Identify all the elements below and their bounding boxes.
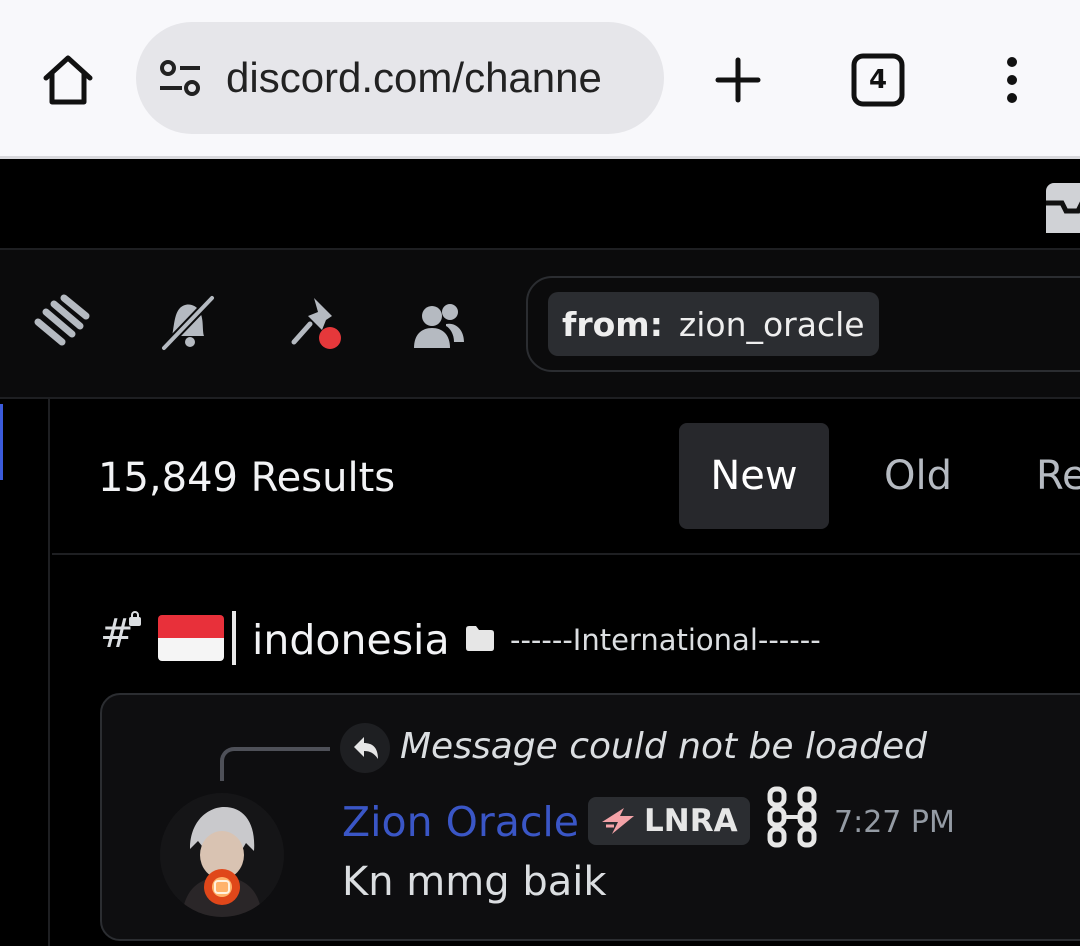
sort-old-tab[interactable]: Old — [882, 423, 954, 529]
inbox-icon[interactable] — [1042, 173, 1080, 241]
avatar[interactable] — [160, 793, 284, 917]
guild-tag-text: LNRA — [644, 803, 738, 839]
channel-name: indonesia — [252, 616, 450, 664]
tab-count: 4 — [868, 65, 888, 95]
sort-relevant-tab[interactable]: Re — [1036, 423, 1080, 529]
results-count: 15,849 Results — [98, 455, 396, 501]
browser-toolbar: discord.com/channe 4 — [0, 0, 1080, 158]
chain-icon — [766, 785, 822, 849]
members-icon[interactable] — [408, 292, 470, 354]
filter-value: zion_oracle — [678, 304, 865, 344]
locked-channel-icon: # — [100, 611, 146, 667]
home-icon[interactable] — [36, 48, 100, 112]
search-filter-chip[interactable]: from: zion_oracle — [548, 292, 879, 356]
reply-preview-text: Message could not be loaded — [400, 726, 927, 767]
site-settings-icon[interactable] — [156, 54, 204, 102]
guild-tag-badge[interactable]: LNRA — [588, 797, 750, 845]
channel-toolbar: from: zion_oracle — [0, 250, 1080, 398]
author-name[interactable]: Zion Oracle — [342, 797, 579, 847]
message-content: Kn mmg baik — [342, 859, 607, 905]
mute-bell-icon[interactable] — [156, 292, 218, 354]
channel-category: ------International------ — [510, 623, 821, 657]
tab-switcher-icon[interactable]: 4 — [848, 50, 908, 110]
lightning-icon — [602, 808, 634, 834]
more-menu-icon[interactable] — [992, 48, 1032, 112]
selection-indicator — [0, 404, 3, 480]
pin-icon[interactable] — [286, 292, 348, 354]
sort-new-tab[interactable]: New — [679, 423, 829, 529]
reply-arrow-icon — [340, 723, 390, 773]
result-channel-header[interactable]: # indonesia ------International------ — [100, 611, 1080, 667]
app-topbar — [0, 159, 1080, 249]
address-bar[interactable]: discord.com/channe — [136, 22, 664, 134]
search-result-message[interactable]: Message could not be loaded Zion Oracle … — [100, 693, 1080, 941]
reply-connector — [220, 747, 330, 781]
search-results-panel: 15,849 Results New Old Re # indonesia --… — [52, 399, 1080, 946]
channel-list-edge — [0, 399, 50, 946]
folder-icon — [464, 623, 496, 653]
indonesia-flag-icon — [158, 615, 224, 661]
separator-bar — [232, 611, 236, 665]
results-divider — [52, 553, 1080, 555]
search-input[interactable]: from: zion_oracle — [526, 276, 1080, 372]
new-tab-icon[interactable] — [706, 48, 770, 112]
threads-icon[interactable] — [30, 292, 92, 354]
url-text[interactable]: discord.com/channe — [226, 50, 656, 106]
message-timestamp: 7:27 PM — [834, 805, 955, 840]
filter-key: from: — [562, 304, 663, 344]
